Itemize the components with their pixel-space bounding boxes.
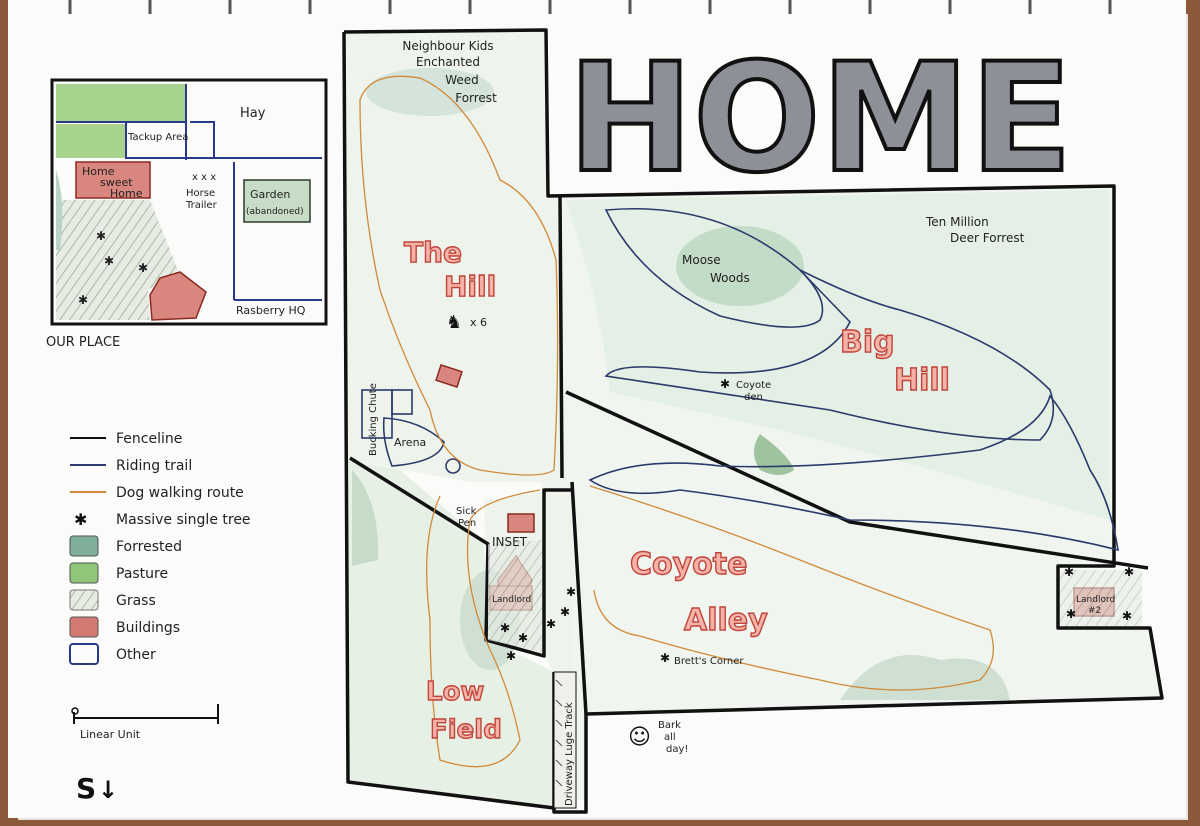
legend-item: Buildings — [69, 616, 180, 638]
tree-star-icon: ✱ — [566, 585, 576, 599]
tree-star-icon: ✱ — [1122, 609, 1132, 623]
signature-letter: S — [76, 772, 96, 805]
map-title: HOME — [568, 32, 1073, 206]
horses-count: x 6 — [470, 316, 487, 329]
tree-star-icon: ✱ — [500, 621, 510, 635]
low-field-label-1: Low — [426, 677, 484, 707]
horse-marks: x x x — [192, 172, 216, 183]
garden-label-1: Garden — [250, 188, 290, 201]
coyote-den-label-1: Coyote — [736, 380, 771, 391]
legend-label: Buildings — [116, 620, 180, 636]
legend-label: Other — [116, 647, 156, 663]
bretts-corner-label: Brett's Corner — [674, 656, 744, 667]
inset-caption: OUR PLACE — [46, 335, 120, 350]
scale-label: Linear Unit — [80, 728, 141, 741]
tree-star-icon: ✱ — [104, 254, 114, 268]
tree-star-icon: ✱ — [1066, 607, 1076, 621]
garden-label-2: (abandoned) — [246, 207, 304, 217]
horse-label-1: Horse — [186, 188, 215, 199]
tree-star-icon: ✱ — [720, 377, 730, 391]
arena-label: Arena — [394, 436, 426, 449]
legend-label: Fenceline — [116, 431, 182, 447]
neighbour-label-3: Weed — [445, 73, 479, 87]
tackup-label: Tackup Area — [127, 132, 188, 143]
signature: S ↓ — [76, 772, 118, 805]
big-hill-label-1: Big — [840, 325, 895, 360]
moose-label-2: Woods — [710, 271, 750, 285]
arrow-down-icon: ↓ — [98, 776, 118, 804]
tree-star-icon: ✱ — [74, 510, 87, 529]
tree-star-icon: ✱ — [78, 293, 88, 307]
neighbour-label-2: Enchanted — [416, 55, 480, 69]
neighbour-label-1: Neighbour Kids — [402, 39, 493, 53]
bark-label-3: day! — [666, 744, 688, 755]
moose-label-1: Moose — [682, 253, 721, 267]
tree-star-icon: ✱ — [1124, 565, 1134, 579]
hay-label: Hay — [240, 106, 266, 121]
tree-star-icon: ✱ — [546, 617, 556, 631]
bark-label-1: Bark — [658, 720, 681, 731]
legend-label: Riding trail — [116, 458, 192, 474]
legend-label: Grass — [116, 593, 156, 609]
legend-label: Dog walking route — [116, 485, 244, 501]
the-hill-label-1: The — [404, 236, 462, 269]
tree-star-icon: ✱ — [660, 651, 670, 665]
tree-star-icon: ✱ — [1064, 565, 1074, 579]
legend-color-swatch — [69, 535, 99, 557]
rasberry-label: Rasberry HQ — [236, 304, 306, 317]
coyote-den-label-2: den — [744, 392, 763, 403]
horse-icon: ♞ — [446, 312, 462, 333]
big-hill-label-2: Hill — [894, 363, 950, 398]
neighbour-label-4: Forrest — [455, 91, 497, 105]
sick-pen-label-1: Sick — [456, 506, 477, 517]
inset-map: Hay Tackup Area Home sweet Home x x x Ho… — [50, 78, 328, 326]
landlord-label: Landlord — [492, 595, 531, 605]
inset-box-label: INSET — [492, 535, 528, 549]
legend-label: Massive single tree — [116, 512, 251, 528]
legend-item: Forrested — [69, 535, 182, 557]
legend-item: Pasture — [69, 562, 168, 584]
ten-million-label-2: Deer Forrest — [950, 231, 1025, 245]
tree-star-icon: ✱ — [96, 229, 106, 243]
bucking-chute-label: Bucking Chute — [368, 383, 379, 456]
tree-star-icon: ✱ — [560, 605, 570, 619]
landlord2-label-2: #2 — [1088, 606, 1101, 616]
legend-color-swatch — [69, 616, 99, 638]
ten-million-label-1: Ten Million — [925, 215, 989, 229]
horse-label-2: Trailer — [185, 200, 218, 211]
legend-color-swatch — [69, 589, 99, 611]
tree-star-icon: ✱ — [518, 631, 528, 645]
bark-label-2: all — [664, 732, 676, 743]
legend-label: Forrested — [116, 539, 182, 555]
legend-color-swatch — [69, 562, 99, 584]
coyote-alley-label-2: Alley — [684, 603, 768, 638]
sketchbook-page: HOME Hay Tackup Area Home sweet Home x x… — [0, 0, 1200, 826]
legend-label: Pasture — [116, 566, 168, 582]
map-drawing: HOME Hay Tackup Area Home sweet Home x x… — [0, 0, 1200, 826]
low-field-label-2: Field — [430, 715, 502, 745]
coyote-alley-label-1: Coyote — [630, 547, 747, 582]
tree-star-icon: ✱ — [506, 649, 516, 663]
driveway-label: Driveway Luge Track — [564, 702, 575, 806]
home-label-3: Home — [110, 187, 143, 200]
landlord2-label-1: Landlord — [1076, 595, 1115, 605]
dog-icon: ☺ — [628, 725, 651, 750]
tree-star-icon: ✱ — [138, 261, 148, 275]
the-hill-label-2: Hill — [444, 270, 496, 303]
sick-pen-label-2: Pen — [458, 518, 476, 529]
